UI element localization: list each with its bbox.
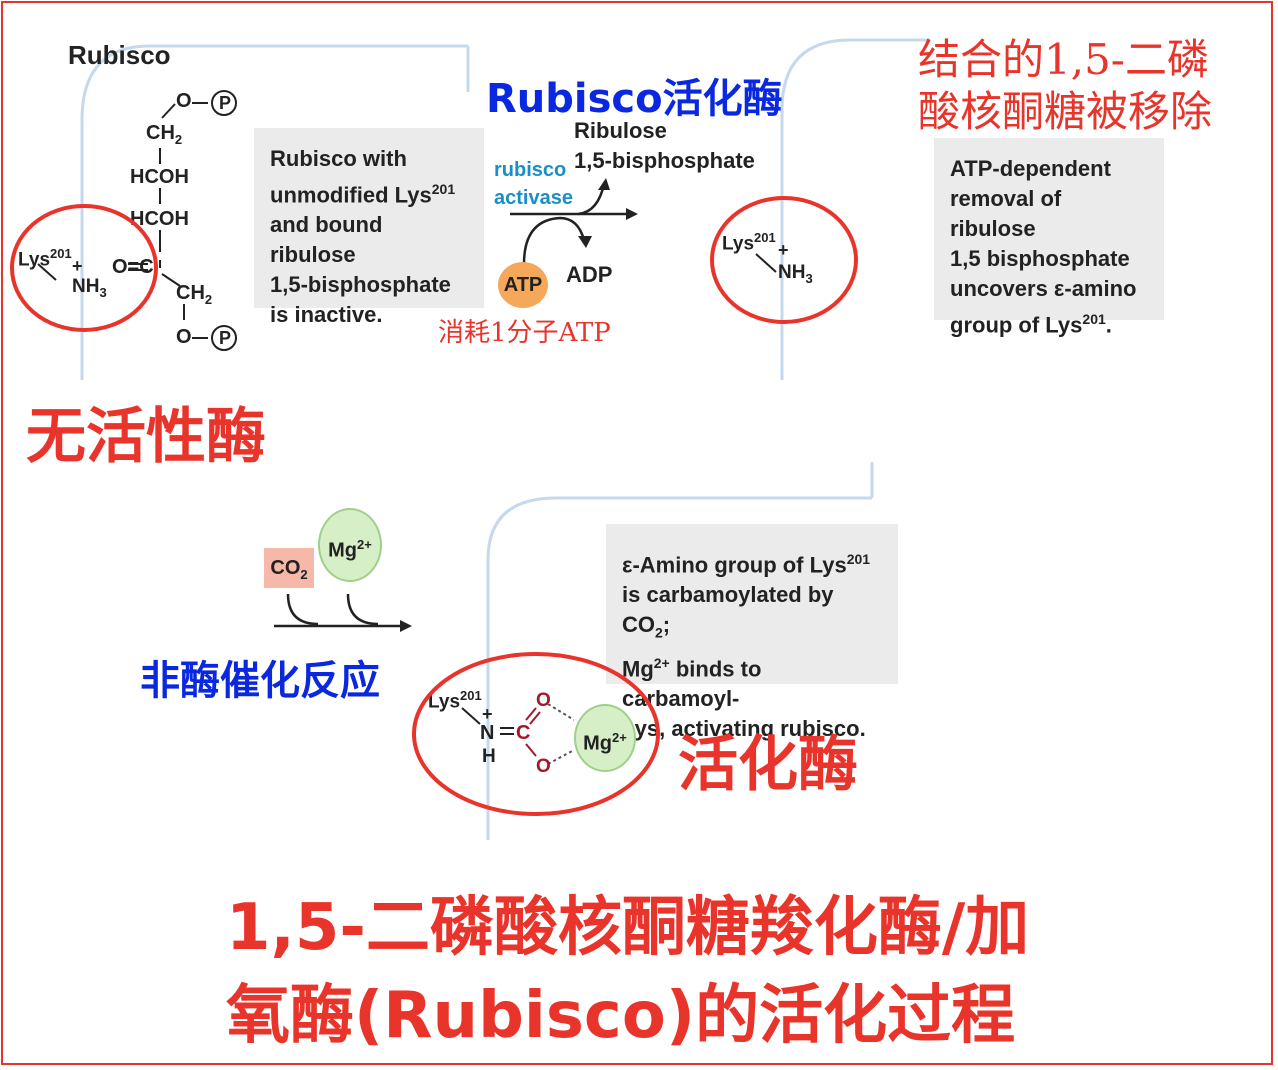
o-bottom-label: O <box>176 326 192 348</box>
note2-line4: uncovers ε-amino <box>950 276 1137 301</box>
ribulose-product-label: Ribulose 1,5-bisphosphate <box>574 116 755 176</box>
activase-enzyme-line2: activase <box>494 187 573 209</box>
nonenzymatic-label-cn: 非酶催化反应 <box>140 658 380 704</box>
removed-label-line1: 结合的1,5-二磷 <box>918 35 1209 84</box>
note1-line3: and bound ribulose <box>270 212 383 268</box>
ch2-bottom-label: CH2 <box>176 282 213 307</box>
note3-line1: ε-Amino group of Lys201 <box>622 551 871 578</box>
inactive-enzyme-label-cn: 无活性酶 <box>26 402 266 472</box>
removed-label-line2: 酸核酮糖被移除 <box>918 87 1213 136</box>
note2-line5: group of Lys201. <box>950 311 1112 338</box>
active-enzyme-circle <box>412 652 660 816</box>
mg-badge: Mg2+ <box>318 508 382 582</box>
phosphate-top-label: P <box>218 93 231 113</box>
activase-enzyme-line1: rubisco <box>494 159 567 181</box>
note2-line3: 1,5 bisphosphate <box>950 246 1130 271</box>
rubisco-header: Rubisco <box>68 40 171 70</box>
ribulose-line1: Ribulose <box>574 118 667 143</box>
hcoh-label-1: HCOH <box>130 166 189 188</box>
note-inactive: Rubisco with unmodified Lys201 and bound… <box>254 128 484 327</box>
active-enzyme-label-cn: 活化酶 <box>678 730 858 800</box>
page-title-cn: 1,5-二磷酸核酮糖羧化酶/加 氧酶(Rubisco)的活化过程 <box>226 884 1029 1060</box>
free-lys-circle <box>710 196 858 324</box>
inactive-lys-circle <box>10 204 158 332</box>
o-top-label: O <box>176 90 192 112</box>
note2-line2: removal of ribulose <box>950 186 1062 241</box>
adp-label: ADP <box>566 262 613 287</box>
removed-label-cn: 结合的1,5-二磷 酸核酮糖被移除 <box>918 34 1212 138</box>
activase-enzyme-label: rubisco activase <box>494 156 573 212</box>
note3-line2: is carbamoylated by CO2; <box>622 582 834 641</box>
note1-line2: unmodified Lys201 <box>270 181 456 208</box>
note2-line1: ATP-dependent <box>950 156 1111 181</box>
atp-badge: ATP <box>498 262 548 308</box>
phosphate-bottom-label: P <box>218 328 231 348</box>
page-title-line1: 1,5-二磷酸核酮糖羧化酶/加 <box>226 891 1030 965</box>
page-title-line2: 氧酶(Rubisco)的活化过程 <box>226 979 1016 1053</box>
carbamoylation-arrow <box>274 593 412 632</box>
note1-line4: 1,5-bisphosphate <box>270 272 451 298</box>
ribulose-line2: 1,5-bisphosphate <box>574 148 755 173</box>
atp-cost-label-cn: 消耗1分子ATP <box>438 318 611 348</box>
ch2-top-label: CH2 <box>146 122 183 147</box>
co2-badge: CO2 <box>264 548 314 588</box>
note1-line1: Rubisco with <box>270 146 407 171</box>
note-removal: ATP-dependent removal of ribulose 1,5 bi… <box>934 138 1164 337</box>
